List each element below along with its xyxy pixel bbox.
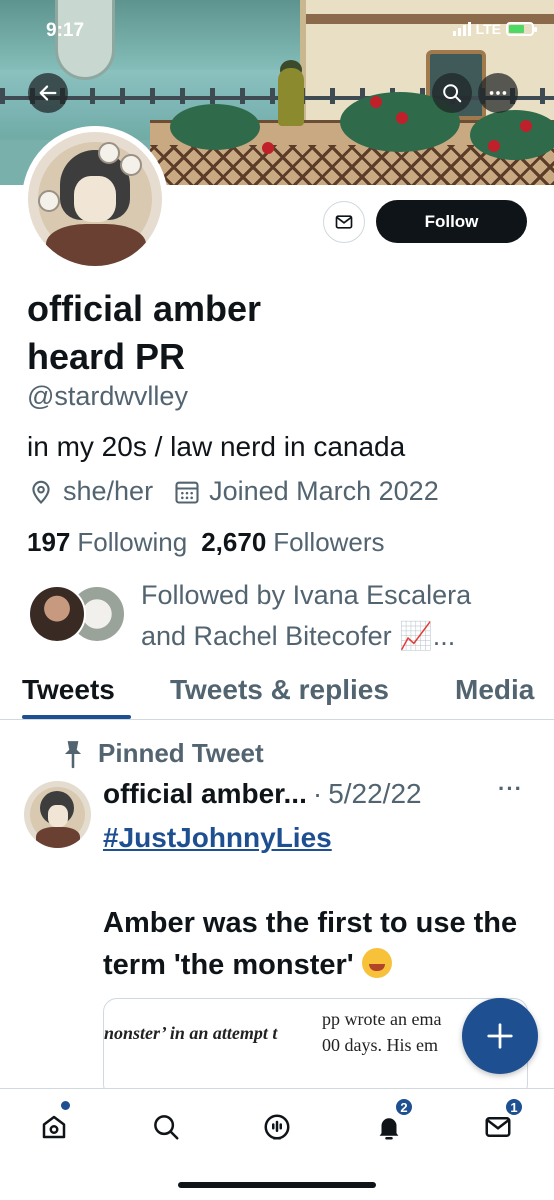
image-text-line: nonster’ in an attempt t bbox=[104, 1023, 278, 1043]
nav-spaces[interactable] bbox=[257, 1107, 297, 1147]
pinned-text: Pinned Tweet bbox=[98, 738, 264, 768]
avatar-flower bbox=[120, 154, 142, 176]
home-icon bbox=[42, 1115, 66, 1139]
location-pin-icon bbox=[32, 480, 50, 504]
message-button[interactable] bbox=[323, 201, 365, 243]
banner-rose bbox=[370, 96, 382, 108]
notifications-badge: 2 bbox=[394, 1097, 414, 1117]
tweet-hashtag[interactable]: #JustJohnnyLies bbox=[103, 822, 332, 854]
banner-character bbox=[278, 68, 304, 126]
tab-tweets-replies[interactable]: Tweets & replies bbox=[170, 674, 389, 706]
status-time: 9:17 bbox=[46, 20, 85, 41]
pinned-label: Pinned Tweet bbox=[60, 738, 264, 769]
joined-text: Joined March 2022 bbox=[209, 476, 439, 506]
compose-tweet-button[interactable] bbox=[462, 998, 538, 1074]
battery-icon bbox=[506, 22, 537, 36]
profile-avatar[interactable] bbox=[22, 126, 168, 272]
nav-home[interactable] bbox=[34, 1107, 74, 1147]
follow-button[interactable]: Follow bbox=[376, 200, 527, 243]
search-button[interactable] bbox=[432, 73, 472, 113]
followers-link[interactable]: 2,670 Followers bbox=[201, 527, 384, 558]
banner-bush bbox=[170, 104, 260, 150]
followed-by-text[interactable]: Followed by Ivana Escalera and Rachel Bi… bbox=[141, 575, 531, 657]
tweet-author[interactable]: official amber... bbox=[103, 778, 307, 810]
pronouns-text: she/her bbox=[63, 476, 154, 506]
profile-bio: in my 20s / law nerd in canada bbox=[27, 431, 406, 462]
avatar bbox=[28, 585, 86, 643]
following-label: Following bbox=[77, 527, 188, 557]
envelope-icon bbox=[335, 215, 353, 229]
banner-rose bbox=[520, 120, 532, 132]
image-text-line: pp wrote an ema bbox=[322, 1009, 442, 1029]
signal-icon bbox=[452, 22, 471, 36]
nav-search[interactable] bbox=[146, 1107, 186, 1147]
messages-icon bbox=[485, 1117, 511, 1137]
notifications-icon bbox=[379, 1118, 399, 1140]
followers-label: Followers bbox=[273, 527, 385, 557]
network-label: LTE bbox=[475, 21, 501, 37]
search-icon bbox=[154, 1115, 179, 1140]
avatar-coat bbox=[36, 827, 80, 848]
avatar-face bbox=[48, 805, 68, 827]
image-text-line: 00 days. His em bbox=[322, 1035, 438, 1055]
tab-media[interactable]: Media bbox=[455, 674, 534, 706]
banner-rose bbox=[262, 142, 274, 154]
followers-count: 2,670 bbox=[201, 527, 267, 557]
tab-tweets[interactable]: Tweets bbox=[22, 674, 115, 706]
profile-meta: she/her Joined March 2022 bbox=[27, 476, 439, 507]
tweet-header: official amber... · 5/22/22 ··· bbox=[103, 776, 533, 810]
pin-icon bbox=[64, 740, 82, 768]
avatar-flower bbox=[98, 142, 120, 164]
home-indicator[interactable] bbox=[178, 1182, 376, 1188]
smiling-hearts-emoji-icon bbox=[361, 948, 392, 978]
more-horizontal-icon bbox=[489, 91, 507, 95]
spaces-icon bbox=[264, 1114, 290, 1140]
avatar-face bbox=[74, 176, 116, 222]
status-indicators: LTE bbox=[452, 21, 537, 37]
followed-by-line: Followed by Ivana Escalera bbox=[141, 580, 472, 610]
profile-display-name: official amber heard PR bbox=[27, 288, 262, 377]
calendar-icon bbox=[175, 481, 199, 504]
follow-counts: 197 Following 2,670 Followers bbox=[27, 527, 385, 558]
tweet-more-icon[interactable]: ··· bbox=[498, 776, 523, 802]
avatar-flower bbox=[38, 190, 60, 212]
search-icon bbox=[443, 84, 462, 103]
more-button[interactable] bbox=[478, 73, 518, 113]
home-unread-dot bbox=[61, 1101, 70, 1110]
avatar-coat bbox=[46, 224, 146, 266]
banner-rose bbox=[488, 140, 500, 152]
banner-rose bbox=[396, 112, 408, 124]
following-link[interactable]: 197 Following bbox=[27, 527, 187, 558]
followed-by-line: and Rachel Bitecofer 📈... bbox=[141, 621, 456, 651]
profile-tabs: Tweets Tweets & replies Media bbox=[0, 668, 554, 720]
banner-bush bbox=[470, 110, 554, 160]
messages-badge: 1 bbox=[504, 1097, 524, 1117]
plus-icon bbox=[487, 1023, 513, 1049]
tweet-date[interactable]: 5/22/22 bbox=[328, 778, 421, 810]
back-button[interactable] bbox=[28, 73, 68, 113]
joined-item: Joined March 2022 bbox=[173, 476, 439, 507]
arrow-left-icon bbox=[39, 85, 57, 101]
tweet-separator: · bbox=[312, 778, 323, 809]
active-tab-indicator bbox=[22, 715, 131, 719]
followed-by-avatars[interactable] bbox=[28, 585, 128, 645]
tweet-body: Amber was the first to use the term 'the… bbox=[103, 902, 533, 986]
following-count: 197 bbox=[27, 527, 71, 557]
tweet-avatar[interactable] bbox=[24, 781, 91, 848]
tweet-text: Amber was the first to use the term 'the… bbox=[103, 907, 518, 981]
profile-handle: @stardwvlley bbox=[27, 381, 188, 411]
pronouns-item: she/her bbox=[27, 476, 153, 507]
